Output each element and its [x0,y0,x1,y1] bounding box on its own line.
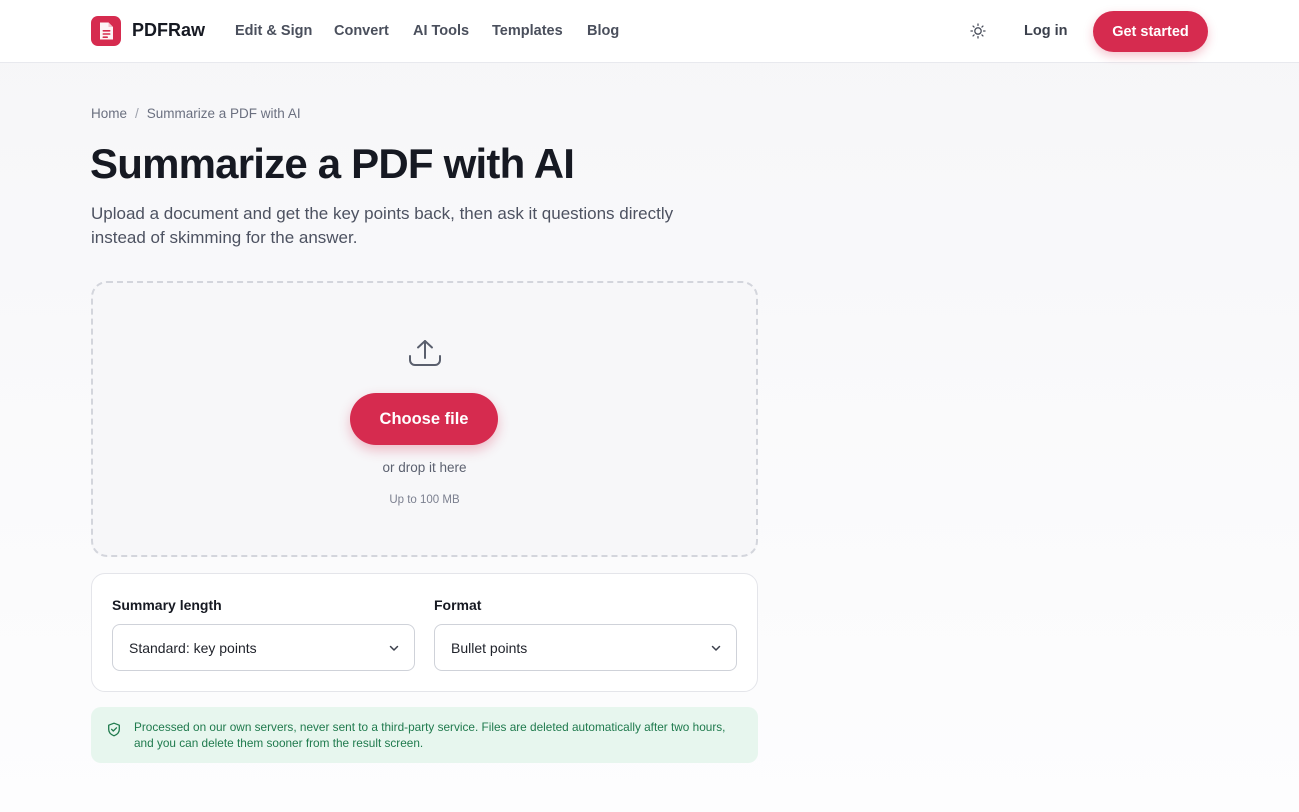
file-dropzone[interactable]: Choose file or drop it here Up to 100 MB [91,281,758,557]
upload-icon [408,338,442,368]
summary-length-value: Standard: key points [129,640,257,656]
nav-ai-tools[interactable]: AI Tools [413,23,469,39]
chevron-down-icon [711,645,721,651]
page-subtitle: Upload a document and get the key points… [91,204,674,247]
sun-icon[interactable] [968,21,988,41]
get-started-button[interactable]: Get started [1093,11,1208,52]
format-label: Format [434,597,482,613]
document-icon[interactable] [91,16,121,46]
chevron-down-icon [389,645,399,651]
login-link[interactable]: Log in [1024,23,1068,39]
top-navbar: PDFRaw Edit & Sign Convert AI Tools Temp… [0,0,1299,63]
nav-blog[interactable]: Blog [587,23,619,39]
file-size-limit: Up to 100 MB [389,494,460,506]
nav-templates[interactable]: Templates [492,23,563,39]
shield-check-icon [107,722,121,737]
nav-edit-sign[interactable]: Edit & Sign [235,23,312,39]
breadcrumb: Home / Summarize a PDF with AI [91,106,301,121]
format-select[interactable]: Bullet points [434,624,737,671]
breadcrumb-separator: / [135,106,139,121]
summary-length-label: Summary length [112,597,222,613]
privacy-notice: Processed on our own servers, never sent… [91,707,758,763]
format-value: Bullet points [451,640,528,656]
brand-name[interactable]: PDFRaw [132,20,205,41]
summary-options-card: Summary length Standard: key points Form… [91,573,758,692]
breadcrumb-home[interactable]: Home [91,106,127,121]
page-title: Summarize a PDF with AI [90,140,575,187]
breadcrumb-current: Summarize a PDF with AI [146,106,301,121]
choose-file-button[interactable]: Choose file [350,393,498,445]
nav-convert[interactable]: Convert [334,23,389,39]
privacy-text: Processed on our own servers, never sent… [134,720,726,750]
drop-hint: or drop it here [382,460,467,475]
summary-length-select[interactable]: Standard: key points [112,624,415,671]
